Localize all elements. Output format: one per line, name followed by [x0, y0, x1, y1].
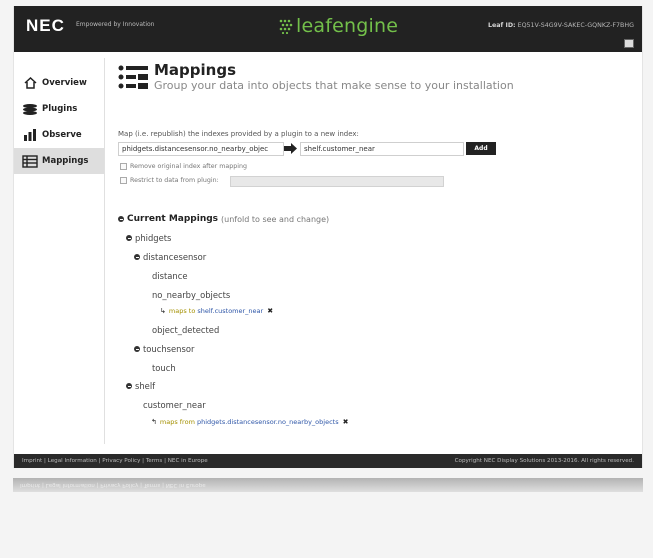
- leaf-id-label: Leaf ID:: [488, 22, 516, 29]
- home-icon: [22, 76, 38, 90]
- tagline: Empowered by Innovation: [76, 21, 155, 28]
- tree-leaf-no-nearby-objects[interactable]: no_nearby_objects: [152, 290, 230, 300]
- bar-chart-icon: [22, 128, 38, 142]
- delete-mapping-icon[interactable]: ✖: [343, 418, 349, 426]
- tree-root[interactable]: Current Mappings (unfold to see and chan…: [118, 214, 329, 224]
- leafengine-logo[interactable]: leafengine: [278, 15, 398, 37]
- leaf-id-value: EQ51V-S4G9V-SAKEC-GQNKZ-F7BHG: [517, 22, 634, 29]
- sidebar-item-label: Overview: [42, 78, 87, 88]
- current-mappings-title: Current Mappings: [127, 214, 219, 224]
- maps-from-prefix: maps from: [159, 418, 195, 426]
- tree-node-label: no_nearby_objects: [152, 290, 231, 300]
- mapping-target-row: ↳ maps to shelf.customer_near ✖: [160, 307, 273, 315]
- tree-node-label: customer_near: [143, 400, 206, 410]
- current-mappings-note: (unfold to see and change): [221, 214, 330, 224]
- remove-original-label: Remove original index after mapping: [130, 163, 247, 170]
- sidebar-divider: [104, 58, 105, 444]
- sidebar-item-overview[interactable]: Overview: [14, 70, 104, 96]
- mappings-title-icon: [118, 65, 148, 89]
- tree-node-phidgets[interactable]: phidgets: [126, 233, 171, 243]
- footer-reflection-text: Imprint | Legal Information | Privacy Po…: [20, 482, 630, 488]
- return-arrow-icon: ↰: [151, 418, 157, 426]
- leaf-id: Leaf ID: EQ51V-S4G9V-SAKEC-GQNKZ-F7BHG: [488, 22, 634, 29]
- remove-original-option[interactable]: Remove original index after mapping: [120, 163, 247, 170]
- sidebar-item-observe[interactable]: Observe: [14, 122, 104, 148]
- tree-node-label: touch: [152, 363, 176, 373]
- tree-leaf-distance[interactable]: distance: [152, 271, 188, 281]
- sidebar-item-label: Mappings: [42, 156, 89, 166]
- restrict-plugin-option[interactable]: Restrict to data from plugin:: [120, 177, 219, 184]
- tree-node-label: object_detected: [152, 325, 220, 335]
- page-subtitle: Group your data into objects that make s…: [154, 79, 514, 92]
- collapse-icon[interactable]: [126, 235, 132, 241]
- tree-node-label: phidgets: [135, 233, 172, 243]
- page-header: Mappings Group your data into objects th…: [118, 62, 628, 92]
- mappings-icon: [22, 154, 38, 168]
- tree-leaf-object-detected[interactable]: object_detected: [152, 325, 219, 335]
- maps-to-target-link[interactable]: shelf.customer_near: [197, 307, 263, 315]
- tree-leaf-customer-near[interactable]: customer_near: [143, 400, 206, 410]
- delete-mapping-icon[interactable]: ✖: [267, 307, 273, 315]
- page: NEC Empowered by Innovation leafengine L…: [13, 6, 643, 468]
- page-title: Mappings: [154, 61, 237, 79]
- screen-icon[interactable]: [624, 39, 634, 48]
- arrow-right-icon: [284, 143, 297, 154]
- sidebar-item-mappings[interactable]: Mappings: [14, 148, 104, 174]
- mapping-source-row: ↰ maps from phidgets.distancesensor.no_n…: [151, 418, 348, 426]
- footer: Imprint | Legal Information | Privacy Po…: [14, 454, 642, 468]
- brand-name: leafengine: [296, 15, 399, 37]
- collapse-icon[interactable]: [134, 346, 140, 352]
- target-index-input[interactable]: shelf.customer_near: [300, 142, 464, 156]
- collapse-icon[interactable]: [126, 383, 132, 389]
- tree-node-distancesensor[interactable]: distancesensor: [134, 252, 206, 262]
- restrict-plugin-label: Restrict to data from plugin:: [130, 177, 219, 184]
- tree-node-label: shelf: [135, 381, 156, 391]
- header-bar: NEC Empowered by Innovation leafengine L…: [14, 6, 642, 52]
- stack-icon: [22, 102, 38, 116]
- mapping-description: Map (i.e. republish) the indexes provide…: [118, 130, 359, 138]
- tree-node-touchsensor[interactable]: touchsensor: [134, 344, 194, 354]
- return-arrow-icon: ↳: [160, 307, 166, 315]
- sidebar-item-label: Observe: [42, 130, 82, 140]
- sidebar-item-label: Plugins: [42, 104, 78, 114]
- maps-to-prefix: maps to: [168, 307, 196, 315]
- footer-copyright: Copyright NEC Display Solutions 2013-201…: [454, 458, 634, 464]
- main-content: Mappings Group your data into objects th…: [118, 62, 628, 426]
- leaf-icon: [279, 19, 293, 34]
- tree-node-shelf[interactable]: shelf: [126, 381, 155, 391]
- sidebar: Overview Plugins Observe Mappings: [14, 70, 104, 174]
- collapse-icon[interactable]: [134, 254, 140, 260]
- restrict-plugin-checkbox[interactable]: [120, 177, 127, 184]
- source-index-input[interactable]: phidgets.distancesensor.no_nearby_objec: [118, 142, 284, 156]
- add-button[interactable]: Add: [466, 142, 496, 155]
- tree-node-label: distancesensor: [143, 252, 207, 262]
- remove-original-checkbox[interactable]: [120, 163, 127, 170]
- reflection-links: Imprint | Legal Information | Privacy Po…: [20, 482, 206, 488]
- nec-logo[interactable]: NEC: [26, 16, 65, 36]
- collapse-icon[interactable]: [118, 216, 124, 222]
- tree-node-label: touchsensor: [143, 344, 195, 354]
- footer-links[interactable]: Imprint | Legal Information | Privacy Po…: [22, 454, 208, 468]
- tree-node-label: distance: [152, 271, 188, 281]
- maps-from-source-link[interactable]: phidgets.distancesensor.no_nearby_object…: [197, 418, 339, 426]
- tree-leaf-touch[interactable]: touch: [152, 363, 176, 373]
- sidebar-item-plugins[interactable]: Plugins: [14, 96, 104, 122]
- restrict-plugin-input[interactable]: [230, 176, 444, 187]
